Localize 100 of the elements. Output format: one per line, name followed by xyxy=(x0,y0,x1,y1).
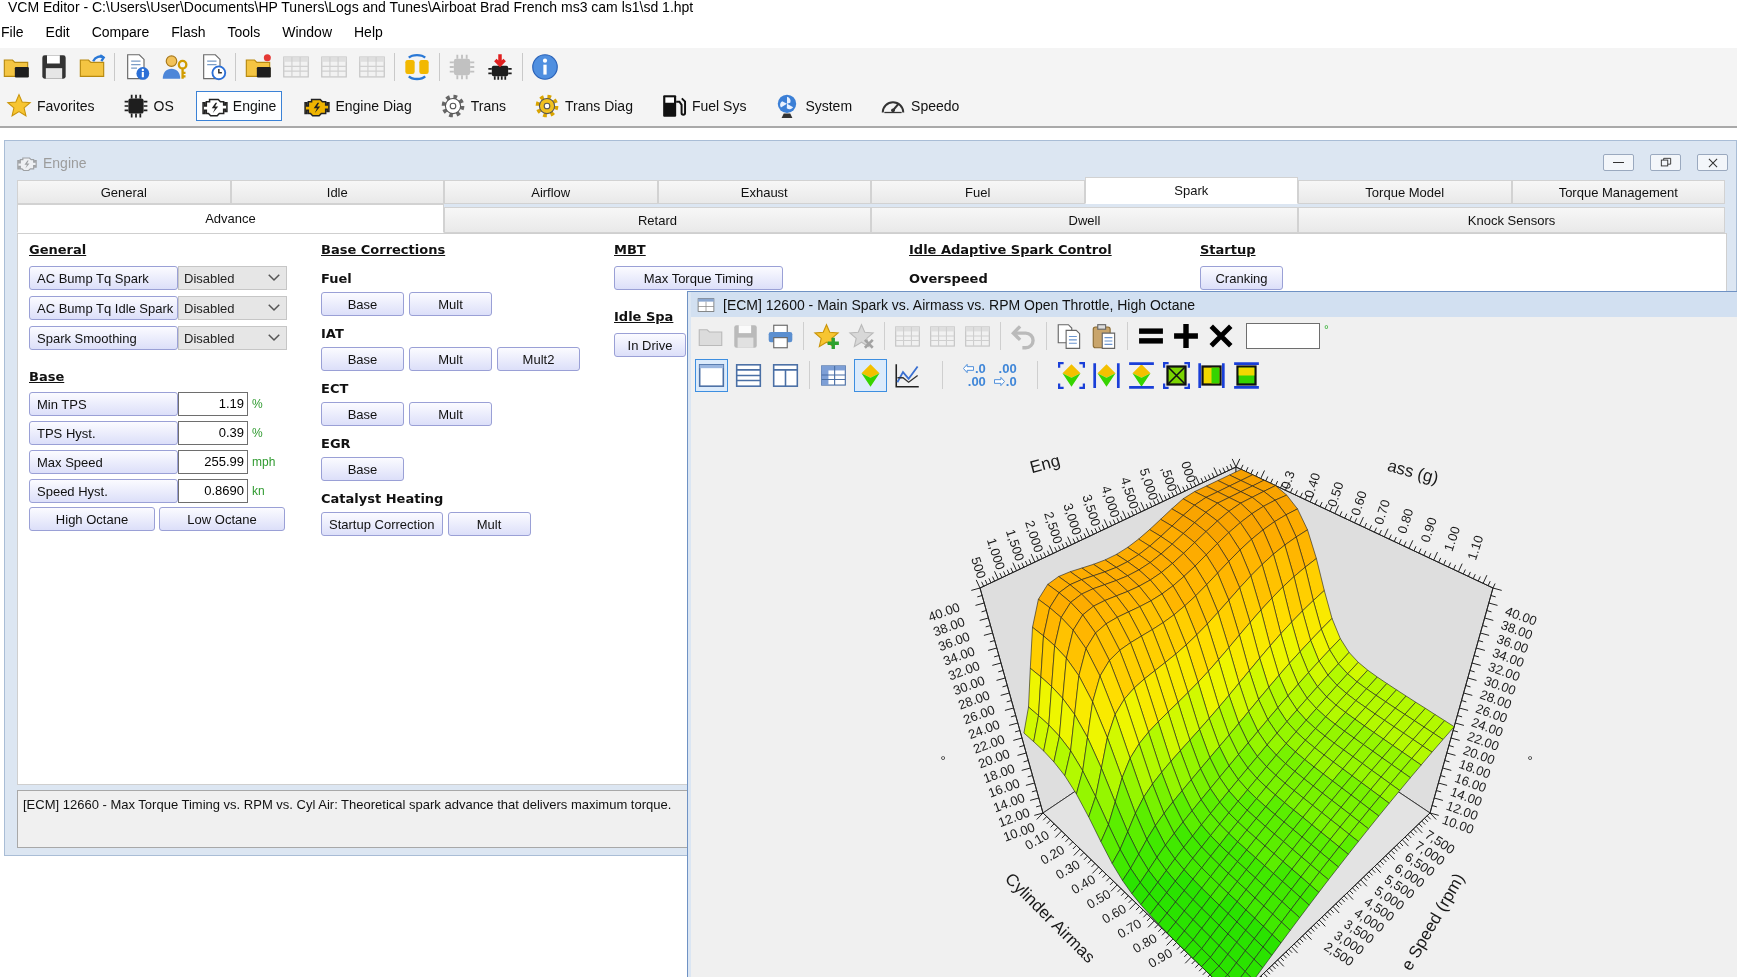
module-tab[interactable]: Favorites xyxy=(0,91,101,121)
surface-top-bars-icon[interactable] xyxy=(1127,361,1155,389)
parameter-button[interactable]: Speed Hyst. xyxy=(29,479,178,503)
unit-label: ° xyxy=(1324,323,1329,337)
tab[interactable]: Torque Model xyxy=(1298,180,1512,204)
tick-label: ,500 xyxy=(1158,464,1181,494)
menu-item[interactable]: File xyxy=(1,24,24,40)
table-button[interactable]: Base xyxy=(321,402,404,426)
section-heading: MBT xyxy=(614,241,646,259)
user-key-icon[interactable] xyxy=(161,53,189,81)
unit-label: mph xyxy=(252,455,276,469)
table-button[interactable]: Low Octane xyxy=(159,507,285,531)
sub-tab[interactable]: Retard xyxy=(444,207,871,233)
paste-icon[interactable] xyxy=(1091,322,1118,350)
tab[interactable]: Exhaust xyxy=(657,180,871,204)
dropdown[interactable]: Disabled xyxy=(178,296,287,320)
chip-arrow-icon[interactable] xyxy=(486,53,514,81)
table-button[interactable]: Mult xyxy=(447,512,531,536)
printer-icon[interactable] xyxy=(767,322,794,350)
table-button[interactable]: Mult xyxy=(409,402,492,426)
save-icon[interactable] xyxy=(40,53,68,81)
table-button[interactable]: Mult xyxy=(409,347,492,371)
tab[interactable]: Spark xyxy=(1084,177,1298,204)
axis-title: ° xyxy=(940,752,946,768)
module-tab[interactable]: Speedo xyxy=(874,91,966,121)
table-button[interactable]: Mult xyxy=(409,292,492,316)
tab[interactable]: Idle xyxy=(230,180,444,204)
layout-button[interactable] xyxy=(695,358,728,392)
input-field[interactable]: 1.19 xyxy=(178,392,248,416)
arrow-left-icon xyxy=(963,363,974,374)
table-button[interactable]: Max Torque Timing xyxy=(614,266,783,290)
menu-item[interactable]: Flash xyxy=(171,24,206,40)
table-button[interactable]: Cranking xyxy=(1200,266,1283,290)
star-plus-icon[interactable] xyxy=(813,322,840,350)
table-button[interactable]: Mult2 xyxy=(497,347,580,371)
minimize-button[interactable] xyxy=(1603,154,1634,171)
chevron-down-icon xyxy=(268,304,280,312)
tick-label: 1.00 xyxy=(1440,524,1464,554)
tab[interactable]: General xyxy=(17,180,231,204)
menu-item[interactable]: Help xyxy=(354,24,383,40)
menu-item[interactable]: Edit xyxy=(45,24,70,40)
window-title: [ECM] 12600 - Main Spark vs. Airmass vs. RPM Open Throttle, High Octane xyxy=(723,296,1196,313)
dropdown[interactable]: Disabled xyxy=(178,266,287,290)
section-heading: Idle Adaptive Spark Control xyxy=(909,241,1112,259)
module-tab[interactable]: OS xyxy=(116,91,180,121)
input-field[interactable]: 0.39 xyxy=(178,421,248,445)
tab[interactable]: Torque Management xyxy=(1511,180,1725,204)
unit-label: kn xyxy=(252,484,265,498)
restore-button[interactable] xyxy=(1650,154,1681,171)
dropdown[interactable]: Disabled xyxy=(178,326,287,350)
columns-layout-icon xyxy=(772,361,799,389)
chip-icon xyxy=(122,93,149,119)
tab[interactable]: Fuel xyxy=(871,180,1085,204)
group-label: EGR xyxy=(321,436,351,452)
table-button[interactable]: Base xyxy=(321,347,404,371)
module-tab[interactable]: Trans Diag xyxy=(527,91,639,121)
tick-label: 0.3 xyxy=(1277,469,1298,491)
section-heading: Base Corrections xyxy=(321,241,446,259)
table-button[interactable]: High Octane xyxy=(29,507,155,531)
table-button[interactable]: Base xyxy=(321,457,404,481)
parameter-button[interactable]: AC Bump Tq Idle Spark xyxy=(29,296,178,320)
parameter-button[interactable]: Min TPS xyxy=(29,392,178,416)
info-icon[interactable] xyxy=(531,53,559,81)
rows-layout-icon xyxy=(735,361,762,389)
menu-item[interactable]: Tools xyxy=(227,24,261,40)
surface-corners-icon[interactable] xyxy=(1057,361,1085,389)
parameter-button[interactable]: TPS Hyst. xyxy=(29,421,178,445)
window-layout-icon xyxy=(698,361,725,389)
copy-icon[interactable] xyxy=(1056,322,1083,350)
menu-item[interactable]: Compare xyxy=(91,24,150,40)
input-field[interactable]: 255.99 xyxy=(178,450,248,474)
square-side-bars-icon[interactable] xyxy=(1197,361,1225,389)
close-button[interactable] xyxy=(1697,154,1728,171)
parameter-button[interactable]: Max Speed xyxy=(29,450,178,474)
module-tab[interactable]: System xyxy=(768,91,859,121)
folder-chip-icon[interactable] xyxy=(244,53,272,81)
value-input[interactable] xyxy=(1246,323,1320,349)
section-heading: General xyxy=(29,241,87,259)
sub-tab[interactable]: Knock Sensors xyxy=(1298,207,1725,233)
table-button[interactable]: Startup Correction xyxy=(321,512,443,536)
module-tab[interactable]: Engine xyxy=(195,91,283,121)
tick-label: 0.90 xyxy=(1417,515,1440,545)
module-tab[interactable]: Trans xyxy=(433,91,512,121)
parameter-button[interactable]: Spark Smoothing xyxy=(29,326,178,350)
menu-item[interactable]: Window xyxy=(282,24,332,40)
input-field[interactable]: 0.8690 xyxy=(178,479,248,503)
surface-side-bars-icon[interactable] xyxy=(1092,361,1120,389)
swap-icon[interactable] xyxy=(403,53,431,81)
module-tab[interactable]: Fuel Sys xyxy=(654,91,753,121)
table-button[interactable]: Base xyxy=(321,292,404,316)
tab[interactable]: Airflow xyxy=(444,180,658,204)
multiply-icon[interactable] xyxy=(1207,323,1234,349)
plus-icon[interactable] xyxy=(1172,323,1199,349)
square-top-bars-icon[interactable] xyxy=(1232,361,1260,389)
sub-tab[interactable]: Dwell xyxy=(871,207,1298,233)
group-label: Overspeed xyxy=(909,271,988,287)
sub-tab[interactable]: Advance xyxy=(17,204,444,233)
table-button[interactable]: In Drive xyxy=(614,333,686,357)
module-tab[interactable]: Engine Diag xyxy=(298,91,418,121)
parameter-button[interactable]: AC Bump Tq Spark xyxy=(29,266,178,290)
